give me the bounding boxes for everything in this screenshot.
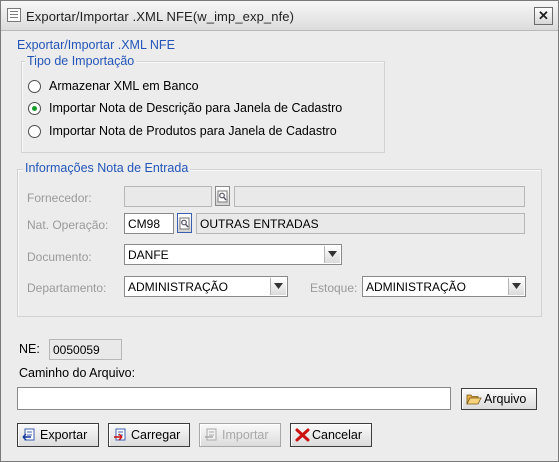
departamento-value: ADMINISTRAÇÃO bbox=[128, 280, 229, 294]
cancelar-button[interactable]: Cancelar bbox=[290, 423, 372, 447]
estoque-value: ADMINISTRAÇÃO bbox=[366, 280, 467, 294]
search-icon bbox=[179, 217, 190, 230]
import-icon bbox=[205, 428, 217, 441]
dropdown-arrow[interactable] bbox=[508, 278, 524, 295]
cancelar-button-label: Cancelar bbox=[312, 428, 363, 442]
fornecedor-label: Fornecedor: bbox=[27, 191, 92, 205]
fornecedor-lookup-button[interactable] bbox=[215, 186, 230, 206]
radio-label: Armazenar XML em Banco bbox=[49, 79, 199, 93]
radio-button[interactable] bbox=[28, 80, 41, 93]
importar-button[interactable]: Importar bbox=[199, 423, 281, 447]
importar-button-label: Importar bbox=[222, 428, 269, 442]
entry-info-legend: Informações Nota de Entrada bbox=[23, 161, 191, 175]
ne-number-field: 0050059 bbox=[49, 339, 122, 360]
arquivo-button-label: Arquivo bbox=[484, 392, 527, 406]
radio-button-selected[interactable] bbox=[28, 102, 41, 115]
documento-label: Documento: bbox=[27, 250, 92, 264]
nat-operacao-code-field[interactable]: CM98 bbox=[124, 213, 174, 234]
export-import-window: Exportar/Importar .XML NFE(w_imp_exp_nfe… bbox=[0, 0, 559, 462]
nat-operacao-lookup-button[interactable] bbox=[177, 213, 192, 233]
arquivo-button[interactable]: Arquivo bbox=[461, 388, 537, 410]
search-icon bbox=[217, 190, 228, 203]
radio-button[interactable] bbox=[28, 125, 41, 138]
import-type-legend: Tipo de Importação bbox=[25, 54, 137, 68]
radio-label: Importar Nota de Descrição para Janela d… bbox=[49, 101, 343, 115]
form-title: Exportar/Importar .XML NFE bbox=[17, 38, 175, 52]
exportar-button-label: Exportar bbox=[40, 428, 88, 442]
estoque-select[interactable]: ADMINISTRAÇÃO bbox=[362, 276, 526, 297]
title-bar[interactable]: Exportar/Importar .XML NFE(w_imp_exp_nfe… bbox=[1, 1, 558, 31]
ne-label: NE: bbox=[19, 342, 40, 356]
estoque-label: Estoque: bbox=[310, 281, 358, 295]
dropdown-arrow[interactable] bbox=[324, 246, 340, 263]
export-icon bbox=[22, 428, 35, 441]
carregar-button[interactable]: Carregar bbox=[108, 423, 190, 447]
window-icon bbox=[7, 8, 21, 22]
folder-open-icon bbox=[466, 394, 482, 405]
dropdown-arrow[interactable] bbox=[270, 278, 286, 295]
file-path-input[interactable] bbox=[17, 387, 451, 410]
documento-select[interactable]: DANFE bbox=[124, 244, 342, 265]
load-icon bbox=[114, 428, 126, 441]
fornecedor-name-field[interactable] bbox=[234, 186, 525, 207]
departamento-label: Departamento: bbox=[27, 281, 107, 295]
nat-operacao-description-field[interactable]: OUTRAS ENTRADAS bbox=[196, 213, 525, 234]
nat-operacao-label: Nat. Operação: bbox=[27, 218, 109, 232]
file-path-label: Caminho do Arquivo: bbox=[19, 366, 136, 380]
chevron-down-icon bbox=[512, 283, 521, 289]
exportar-button[interactable]: Exportar bbox=[17, 423, 99, 447]
documento-value: DANFE bbox=[128, 248, 169, 262]
radio-label: Importar Nota de Produtos para Janela de… bbox=[49, 124, 337, 138]
close-button[interactable]: ✕ bbox=[534, 7, 553, 25]
fornecedor-code-field[interactable] bbox=[124, 186, 212, 207]
chevron-down-icon bbox=[274, 283, 283, 289]
cancel-x-icon bbox=[295, 428, 310, 442]
departamento-select[interactable]: ADMINISTRAÇÃO bbox=[124, 276, 288, 297]
chevron-down-icon bbox=[328, 251, 337, 257]
window-title: Exportar/Importar .XML NFE(w_imp_exp_nfe… bbox=[26, 9, 295, 24]
carregar-button-label: Carregar bbox=[131, 428, 181, 442]
